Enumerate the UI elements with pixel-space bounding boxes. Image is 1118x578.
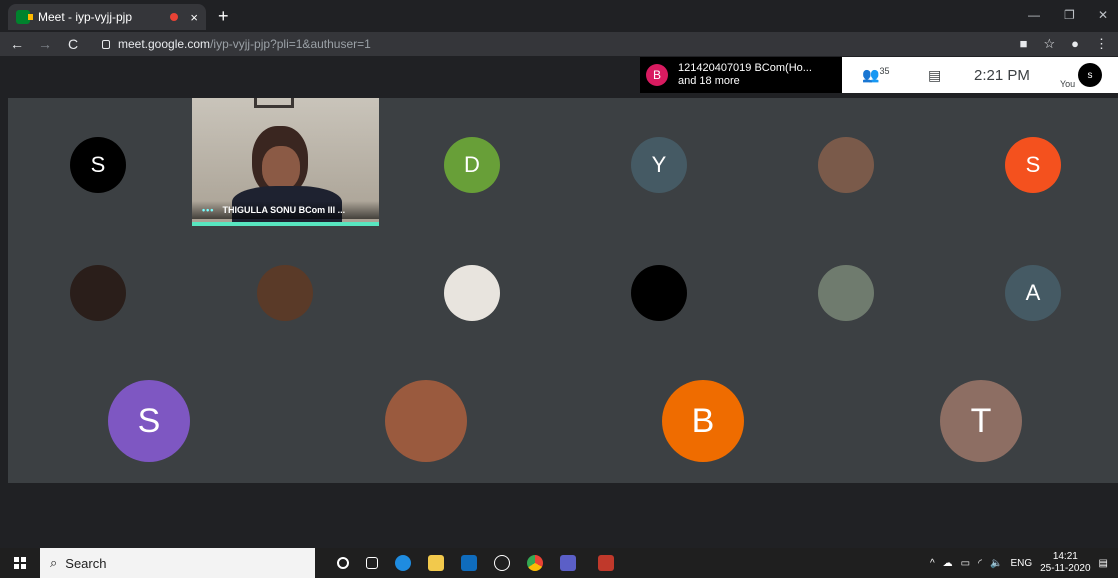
bookmark-star-icon[interactable]: ☆ [1043,36,1055,52]
url-path: /iyp-vyjj-pjp?pli=1&authuser=1 [210,37,371,51]
windows-start-icon[interactable] [14,557,26,569]
tab-title: Meet - iyp-vyjj-pjp [38,10,133,24]
participant-avatar[interactable] [385,380,467,462]
participant-avatar[interactable] [631,265,687,321]
profile-icon[interactable]: ● [1071,36,1079,52]
meet-controls-panel: 👥35 ▤ 2:21 PM s You [842,57,1118,93]
participant-face [262,146,300,190]
browser-tab[interactable]: Meet - iyp-vyjj-pjp × [8,4,206,30]
participant-avatar[interactable]: S [108,380,190,462]
chat-icon[interactable]: ▤ [928,67,948,84]
menu-icon[interactable]: ⋮ [1095,36,1108,52]
taskbar-search[interactable]: ⌕ Search [40,548,315,578]
camera-icon[interactable]: ■ [1020,36,1028,52]
teams-icon[interactable] [560,555,576,571]
taskbar-clock[interactable]: 14:21 25-11-2020 [1040,551,1090,575]
tab-close-button[interactable]: × [190,10,198,25]
participant-avatar[interactable]: T [940,380,1022,462]
participant-avatar[interactable] [818,137,874,193]
participant-avatar[interactable]: D [444,137,500,193]
meet-bottom-bar [0,483,1118,548]
recording-indicator-icon [170,13,179,21]
minimize-icon[interactable]: — [1028,8,1040,22]
video-tile[interactable]: ••• THIGULLA SONU BCom III ... [192,98,379,223]
participant-avatar[interactable]: S [1005,137,1061,193]
url-field[interactable]: meet.google.com/iyp-vyjj-pjp?pli=1&authu… [118,37,371,51]
mail-icon[interactable] [461,555,477,571]
edge-icon[interactable] [395,555,411,571]
lock-icon[interactable] [102,39,110,49]
participant-avatar[interactable]: S [70,137,126,193]
meet-favicon-icon [16,10,33,24]
participant-avatar[interactable]: Y [631,137,687,193]
presenter-name: 121420407019 BCom(Ho... [678,62,812,74]
taskbar-time: 14:21 [1052,551,1078,562]
dell-icon[interactable] [494,555,510,571]
participants-count: 35 [879,66,890,77]
task-view-icon[interactable] [366,557,378,569]
volume-icon[interactable]: 🔈 [990,558,1002,569]
participant-avatar[interactable]: B [662,380,744,462]
speaking-indicator-bar [192,222,379,226]
search-icon: ⌕ [50,555,58,570]
close-window-icon[interactable]: ✕ [1098,8,1108,22]
self-view[interactable]: s You [1060,59,1102,91]
participant-avatar[interactable] [818,265,874,321]
language-indicator[interactable]: ENG [1010,558,1032,569]
reload-icon[interactable]: C [62,36,84,52]
battery-icon[interactable]: ▭ [961,558,970,569]
search-placeholder: Search [65,555,107,571]
self-label: You [1060,79,1076,89]
meet-clock: 2:21 PM [974,66,1030,84]
participant-avatar[interactable]: A [1005,265,1061,321]
presenting-chip[interactable]: B 121420407019 BCom(Ho... and 18 more [640,57,842,93]
speaking-dots-icon: ••• [202,205,215,215]
video-tile-name: THIGULLA SONU BCom III ... [222,205,346,215]
wall-frame [254,98,294,108]
taskbar-date: 25-11-2020 [1040,563,1091,574]
url-host: meet.google.com [118,37,211,51]
cortana-icon[interactable] [337,557,349,569]
tray-chevron-icon[interactable]: ^ [930,558,935,569]
notification-icon[interactable]: ▤ [1099,558,1108,569]
onedrive-icon[interactable]: ☁ [943,558,953,569]
presenter-more: and 18 more [678,75,740,87]
participant-avatar[interactable] [444,265,500,321]
app-icon[interactable] [598,555,614,571]
people-icon: 👥 [862,66,880,83]
presenter-avatar: B [646,64,668,86]
chrome-icon[interactable] [527,555,543,571]
self-avatar: s [1078,63,1102,87]
file-explorer-icon[interactable] [428,555,444,571]
participant-avatar[interactable] [257,265,313,321]
new-tab-button[interactable]: + [218,6,229,27]
participants-button[interactable]: 👥35 [862,66,902,84]
wifi-icon[interactable]: ◜ [978,558,982,569]
restore-icon[interactable]: ❐ [1064,8,1075,22]
video-tile-name-bar: ••• THIGULLA SONU BCom III ... [192,201,379,219]
windows-taskbar: ⌕ Search ^ ☁ ▭ ◜ 🔈 ENG 14:21 25-11-2020 ▤ [0,548,1118,578]
browser-tab-bar: Meet - iyp-vyjj-pjp × + — ❐ ✕ [0,0,1118,32]
participant-avatar[interactable] [70,265,126,321]
back-icon[interactable]: ← [6,36,28,52]
forward-icon[interactable]: → [34,36,56,52]
address-bar: ← → C meet.google.com/iyp-vyjj-pjp?pli=1… [0,32,1118,56]
